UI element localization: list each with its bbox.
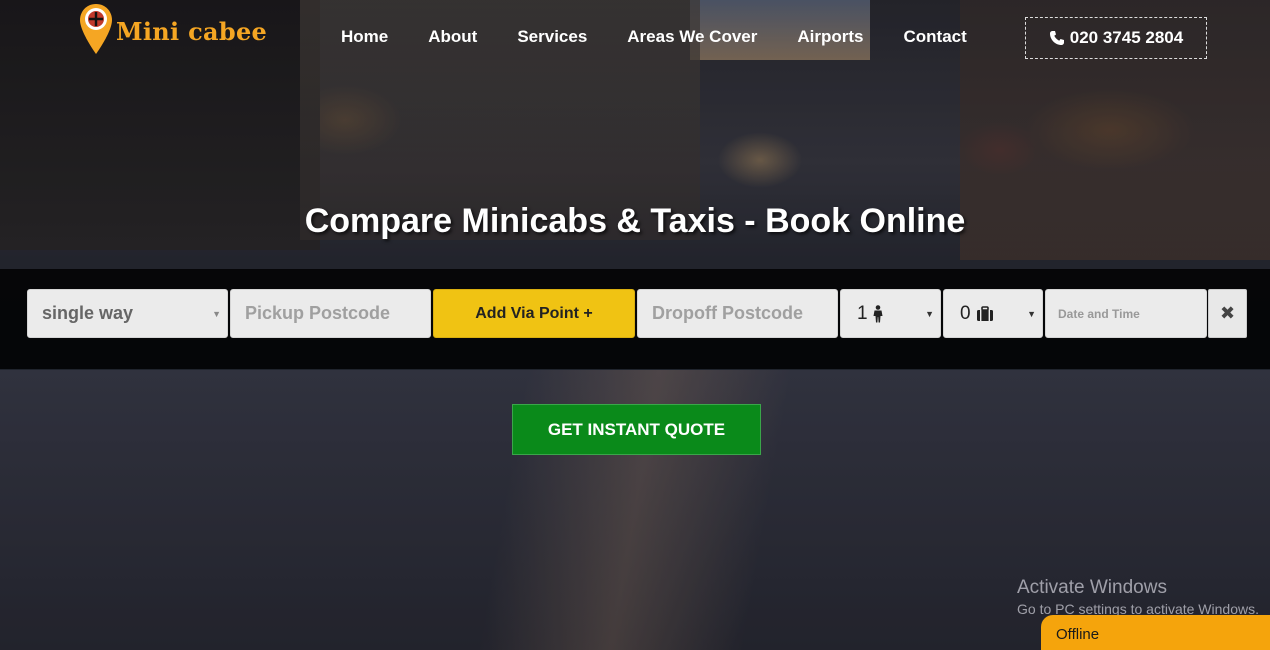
- watermark-title: Activate Windows: [1017, 577, 1167, 598]
- dropdown-arrow-icon: ▼: [212, 309, 221, 319]
- luggage-value: 0: [960, 302, 971, 324]
- pickup-postcode-input[interactable]: Pickup Postcode: [230, 289, 431, 338]
- person-icon: [873, 304, 883, 322]
- clear-date-button[interactable]: ✖: [1208, 289, 1247, 338]
- add-via-point-label: Add Via Point +: [475, 304, 593, 322]
- trip-type-select[interactable]: single way ▼: [27, 289, 228, 338]
- dropoff-placeholder: Dropoff Postcode: [652, 303, 803, 323]
- nav-airports[interactable]: Airports: [797, 27, 863, 47]
- map-pin-icon: [78, 2, 114, 54]
- phone-button[interactable]: 020 3745 2804: [1025, 17, 1207, 59]
- nav-home[interactable]: Home: [341, 27, 388, 47]
- trip-type-value: single way: [42, 303, 134, 323]
- nav-contact[interactable]: Contact: [904, 27, 967, 47]
- page-title: Compare Minicabs & Taxis - Book Online: [304, 202, 966, 240]
- pickup-placeholder: Pickup Postcode: [245, 303, 391, 323]
- logo-text: Mini cabee: [116, 16, 268, 46]
- luggage-select[interactable]: 0 ▼: [943, 289, 1043, 338]
- luggage-icon: [976, 305, 993, 321]
- nav-services[interactable]: Services: [517, 27, 587, 47]
- site-logo[interactable]: Mini cabee: [78, 2, 268, 54]
- nav-areas-we-cover[interactable]: Areas We Cover: [627, 27, 757, 47]
- date-time-placeholder: Date and Time: [1058, 306, 1140, 321]
- phone-number: 020 3745 2804: [1069, 28, 1184, 47]
- dropdown-arrow-icon: ▼: [1027, 309, 1036, 319]
- windows-activation-watermark: Activate Windows Go to PC settings to ac…: [1017, 577, 1259, 617]
- chat-status-label: Offline: [1056, 626, 1100, 643]
- phone-icon: [1049, 31, 1064, 45]
- chat-status-tab[interactable]: Offline: [1041, 615, 1270, 650]
- add-via-point-button[interactable]: Add Via Point +: [433, 289, 635, 338]
- passengers-value: 1: [857, 302, 868, 324]
- dropoff-postcode-input[interactable]: Dropoff Postcode: [637, 289, 838, 338]
- nav-about[interactable]: About: [428, 27, 477, 47]
- main-nav: Home About Services Areas We Cover Airpo…: [341, 27, 967, 47]
- dropdown-arrow-icon: ▼: [925, 309, 934, 319]
- get-instant-quote-label: GET INSTANT QUOTE: [547, 419, 726, 439]
- date-time-input[interactable]: Date and Time: [1045, 289, 1207, 338]
- get-instant-quote-button[interactable]: GET INSTANT QUOTE: [512, 404, 761, 455]
- close-icon: ✖: [1219, 303, 1236, 323]
- passengers-select[interactable]: 1 ▼: [840, 289, 941, 338]
